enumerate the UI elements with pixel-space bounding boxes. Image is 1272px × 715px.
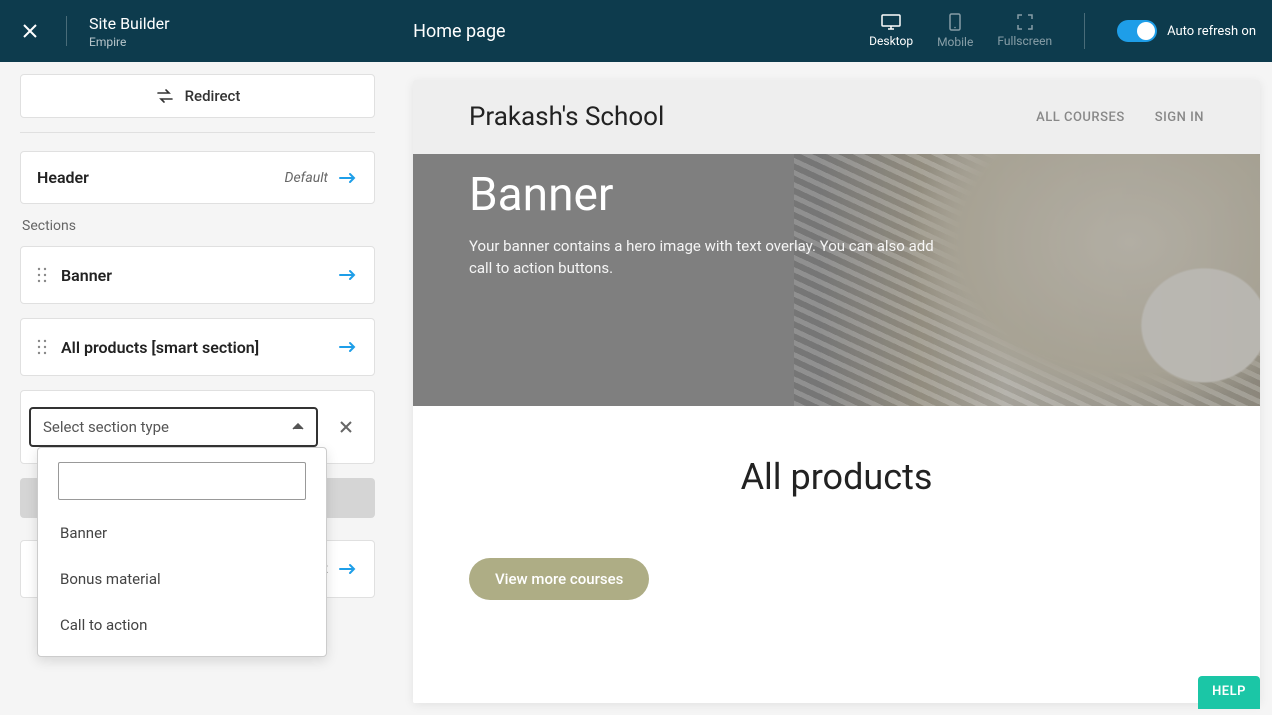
preview-pane: Prakash's School ALL COURSES SIGN IN Ban… — [395, 62, 1272, 715]
arrow-right-icon — [338, 268, 358, 282]
close-icon — [22, 23, 38, 39]
caret-up-icon — [292, 423, 304, 431]
dropdown-search-input[interactable] — [58, 462, 306, 500]
clear-select-button[interactable] — [326, 420, 366, 434]
arrow-right-icon — [338, 562, 358, 576]
banner-description: Your banner contains a hero image with t… — [469, 236, 939, 280]
desktop-icon — [881, 14, 901, 30]
nav-sign-in[interactable]: SIGN IN — [1155, 110, 1204, 125]
dropdown-option-bonus-material[interactable]: Bonus material — [38, 556, 326, 602]
section-type-select[interactable]: Select section type — [29, 407, 318, 447]
close-button[interactable] — [16, 17, 44, 45]
sidebar: Redirect Header Default Sections Banner … — [0, 62, 395, 715]
site-header: Prakash's School ALL COURSES SIGN IN — [413, 80, 1260, 154]
view-controls: Desktop Mobile Fullscreen Auto refresh o… — [869, 13, 1256, 49]
view-mobile-button[interactable]: Mobile — [937, 13, 973, 49]
products-title: All products — [469, 456, 1204, 498]
arrow-right-icon — [338, 340, 358, 354]
help-button[interactable]: HELP — [1198, 676, 1260, 709]
preview-frame: Prakash's School ALL COURSES SIGN IN Ban… — [413, 80, 1260, 703]
nav-all-courses[interactable]: ALL COURSES — [1036, 110, 1125, 125]
view-desktop-button[interactable]: Desktop — [869, 14, 913, 48]
view-desktop-label: Desktop — [869, 34, 913, 48]
dropdown-option-banner[interactable]: Banner — [38, 510, 326, 556]
sections-heading: Sections — [22, 218, 375, 234]
auto-refresh-toggle[interactable] — [1117, 20, 1157, 42]
auto-refresh-control: Auto refresh on — [1117, 20, 1256, 42]
topbar: Site Builder Empire Home page Desktop Mo… — [0, 0, 1272, 62]
page-title: Home page — [50, 21, 870, 42]
dropdown-option-call-to-action[interactable]: Call to action — [38, 602, 326, 648]
redirect-label: Redirect — [185, 87, 241, 105]
divider — [20, 132, 375, 133]
section-name: All products [smart section] — [61, 338, 324, 357]
view-fullscreen-button[interactable]: Fullscreen — [997, 14, 1052, 48]
site-title: Prakash's School — [469, 102, 664, 132]
header-section-card[interactable]: Header Default — [20, 151, 375, 204]
section-card-all-products[interactable]: All products [smart section] — [20, 318, 375, 376]
site-nav: ALL COURSES SIGN IN — [1036, 110, 1204, 125]
header-label: Header — [37, 168, 89, 187]
redirect-icon — [155, 88, 175, 104]
main: Redirect Header Default Sections Banner … — [0, 62, 1272, 715]
select-placeholder: Select section type — [43, 418, 169, 436]
all-products-section: All products View more courses — [413, 406, 1260, 703]
drag-handle-icon[interactable] — [37, 267, 47, 283]
divider — [1084, 13, 1085, 49]
redirect-button[interactable]: Redirect — [20, 74, 375, 118]
section-card-banner[interactable]: Banner — [20, 246, 375, 304]
section-type-dropdown: Banner Bonus material Call to action — [37, 447, 327, 657]
select-row: Select section type Banner Bonus materia… — [29, 399, 366, 455]
close-icon — [339, 420, 353, 434]
view-more-courses-button[interactable]: View more courses — [469, 558, 649, 600]
section-name: Banner — [61, 266, 324, 285]
header-default-label: Default — [285, 170, 328, 186]
drag-handle-icon[interactable] — [37, 339, 47, 355]
view-mobile-label: Mobile — [937, 35, 973, 49]
banner-title: Banner — [469, 168, 1204, 222]
arrow-right-icon — [338, 171, 358, 185]
mobile-icon — [949, 13, 961, 31]
fullscreen-icon — [1017, 14, 1033, 30]
add-section-card: Select section type Banner Bonus materia… — [20, 390, 375, 464]
banner-section: Banner Your banner contains a hero image… — [413, 154, 1260, 406]
dropdown-search-wrap — [58, 462, 306, 500]
auto-refresh-label: Auto refresh on — [1167, 24, 1256, 39]
view-fullscreen-label: Fullscreen — [997, 34, 1052, 48]
